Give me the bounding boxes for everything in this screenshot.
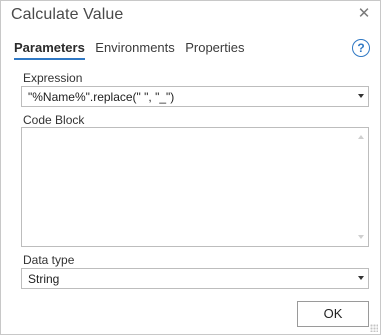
code-block-label: Code Block <box>23 113 85 127</box>
resize-grip-icon[interactable] <box>370 324 378 332</box>
tab-environments[interactable]: Environments <box>95 40 174 58</box>
expression-label: Expression <box>23 71 83 85</box>
expression-value: "%Name%".replace(" ", "_") <box>28 90 175 104</box>
tab-properties[interactable]: Properties <box>185 40 244 58</box>
code-block-textarea[interactable] <box>21 127 369 247</box>
ok-button[interactable]: OK <box>297 301 369 327</box>
expression-field[interactable]: "%Name%".replace(" ", "_") <box>21 86 369 107</box>
chevron-down-icon[interactable] <box>358 94 364 98</box>
close-icon[interactable]: ✕ <box>356 6 372 22</box>
tab-strip: Parameters Environments Properties <box>14 39 250 61</box>
scroll-up-arrow-icon[interactable] <box>358 135 364 139</box>
help-icon[interactable]: ? <box>352 39 370 57</box>
data-type-label: Data type <box>23 253 75 267</box>
tab-parameters[interactable]: Parameters <box>14 40 85 60</box>
dialog-title: Calculate Value <box>11 6 124 23</box>
data-type-select[interactable]: String <box>21 268 369 289</box>
data-type-value: String <box>28 272 60 286</box>
scroll-down-arrow-icon[interactable] <box>358 235 364 239</box>
calculate-value-dialog: Calculate Value ✕ Parameters Environment… <box>0 0 381 335</box>
title-bar: Calculate Value ✕ <box>1 1 380 31</box>
chevron-down-icon[interactable] <box>358 276 364 280</box>
